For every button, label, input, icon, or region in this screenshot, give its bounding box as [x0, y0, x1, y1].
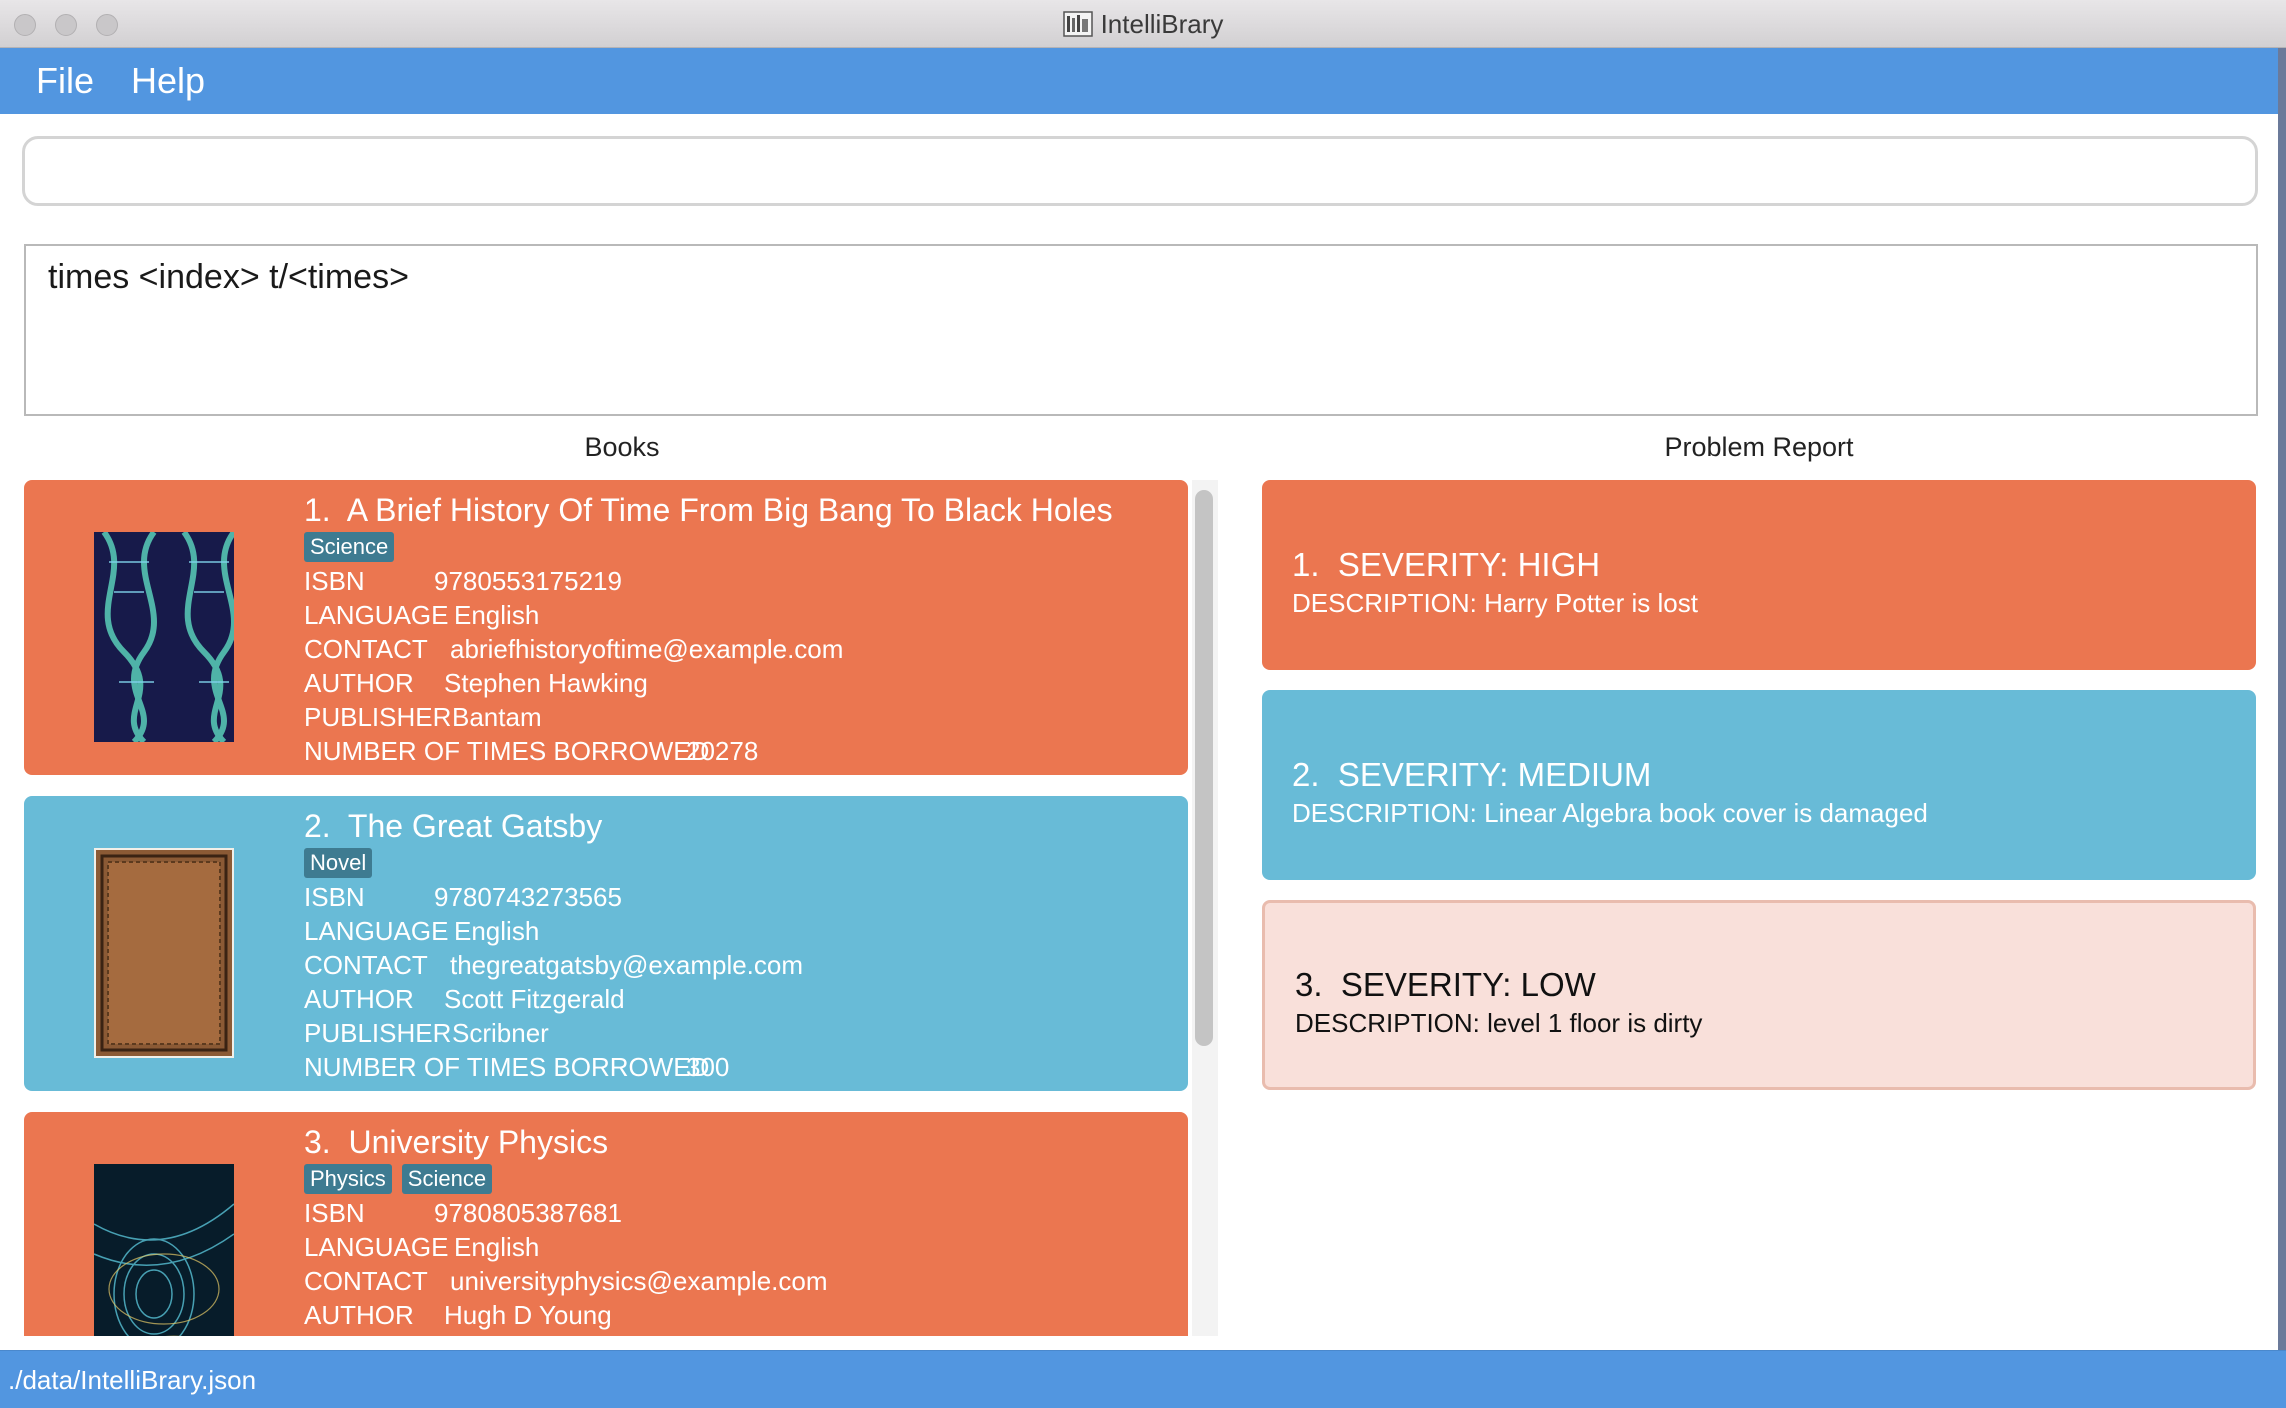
- language-field: LANGUAGE English: [304, 916, 540, 946]
- isbn-field: ISBN 9780805387681: [304, 1198, 622, 1228]
- borrowed-field: NUMBER OF TIMES BORROWED 300: [304, 1052, 730, 1082]
- contact-field: CONTACT abriefhistoryoftime@example.com: [304, 634, 844, 664]
- tag-badge: Science: [304, 532, 395, 562]
- problem-severity: 3. SEVERITY: LOW: [1295, 966, 1596, 1003]
- problem-card[interactable]: 3. SEVERITY: LOW DESCRIPTION: level 1 fl…: [1262, 900, 2256, 1090]
- problems-panel-title: Problem Report: [1664, 432, 1854, 462]
- dna-helix-cover-icon: [94, 532, 234, 742]
- publisher-field: PUBLISHER Scribner: [304, 1018, 549, 1048]
- command-input[interactable]: [22, 136, 2258, 206]
- book-title: 3. University Physics: [304, 1124, 609, 1160]
- contact-field: CONTACT thegreatgatsby@example.com: [304, 950, 804, 980]
- tag-badge: Novel: [304, 848, 373, 878]
- book-title: 1. A Brief History Of Time From Big Bang…: [304, 492, 1113, 528]
- problem-severity: 2. SEVERITY: MEDIUM: [1292, 756, 1652, 793]
- window-title: IntelliBrary: [1100, 8, 1224, 39]
- problem-severity: 1. SEVERITY: HIGH: [1292, 546, 1601, 583]
- publisher-field: PUBLISHER Bantam: [304, 702, 542, 732]
- physics-swirl-cover-icon: [94, 1164, 234, 1336]
- status-bar: ./data/IntelliBrary.json: [0, 1350, 2286, 1408]
- result-text: times <index> t/<times>: [48, 258, 409, 296]
- menu-help[interactable]: Help: [131, 60, 205, 102]
- book-card[interactable]: 3. University Physics Physics Science IS…: [24, 1112, 1188, 1336]
- book-card[interactable]: 2. The Great Gatsby Novel ISBN 9780743273…: [24, 796, 1188, 1091]
- borrowed-field: NUMBER OF TIMES BORROWED 20278: [304, 736, 759, 766]
- author-field: AUTHOR Hugh D Young: [304, 1300, 612, 1330]
- title-bar: IntelliBrary: [0, 0, 2286, 48]
- isbn-field: ISBN 9780743273565: [304, 882, 622, 912]
- problem-description: DESCRIPTION: Linear Algebra book cover i…: [1292, 798, 1928, 828]
- problem-description: DESCRIPTION: level 1 floor is dirty: [1295, 1008, 1703, 1038]
- books-panel-title: Books: [584, 432, 660, 462]
- author-field: AUTHOR Scott Fitzgerald: [304, 984, 625, 1014]
- app-icon: [1062, 11, 1093, 37]
- window-edge: [2278, 48, 2286, 1350]
- tag-badge: Science: [401, 1164, 493, 1194]
- data-file-path: ./data/IntelliBrary.json: [8, 1365, 257, 1395]
- menu-file[interactable]: File: [36, 60, 94, 102]
- book-title: 2. The Great Gatsby: [304, 808, 603, 844]
- problem-card[interactable]: 2. SEVERITY: MEDIUM DESCRIPTION: Linear …: [1262, 690, 2256, 880]
- book-list-scroll-thumb[interactable]: [1195, 490, 1213, 1046]
- leather-book-cover-icon: [94, 848, 234, 1058]
- result-display: times <index> t/<times>: [24, 244, 2258, 416]
- tag-badge: Physics: [304, 1164, 392, 1194]
- isbn-field: ISBN 9780553175219: [304, 566, 622, 596]
- menu-bar: File Help: [0, 48, 2286, 114]
- problem-description: DESCRIPTION: Harry Potter is lost: [1292, 588, 1698, 618]
- language-field: LANGUAGE English: [304, 1232, 540, 1262]
- book-card[interactable]: 1. A Brief History Of Time From Big Bang…: [24, 480, 1188, 775]
- contact-field: CONTACT universityphysics@example.com: [304, 1266, 828, 1296]
- author-field: AUTHOR Stephen Hawking: [304, 668, 648, 698]
- language-field: LANGUAGE English: [304, 600, 540, 630]
- problem-card[interactable]: 1. SEVERITY: HIGH DESCRIPTION: Harry Pot…: [1262, 480, 2256, 670]
- book-list[interactable]: 1. A Brief History Of Time From Big Bang…: [24, 480, 1188, 1336]
